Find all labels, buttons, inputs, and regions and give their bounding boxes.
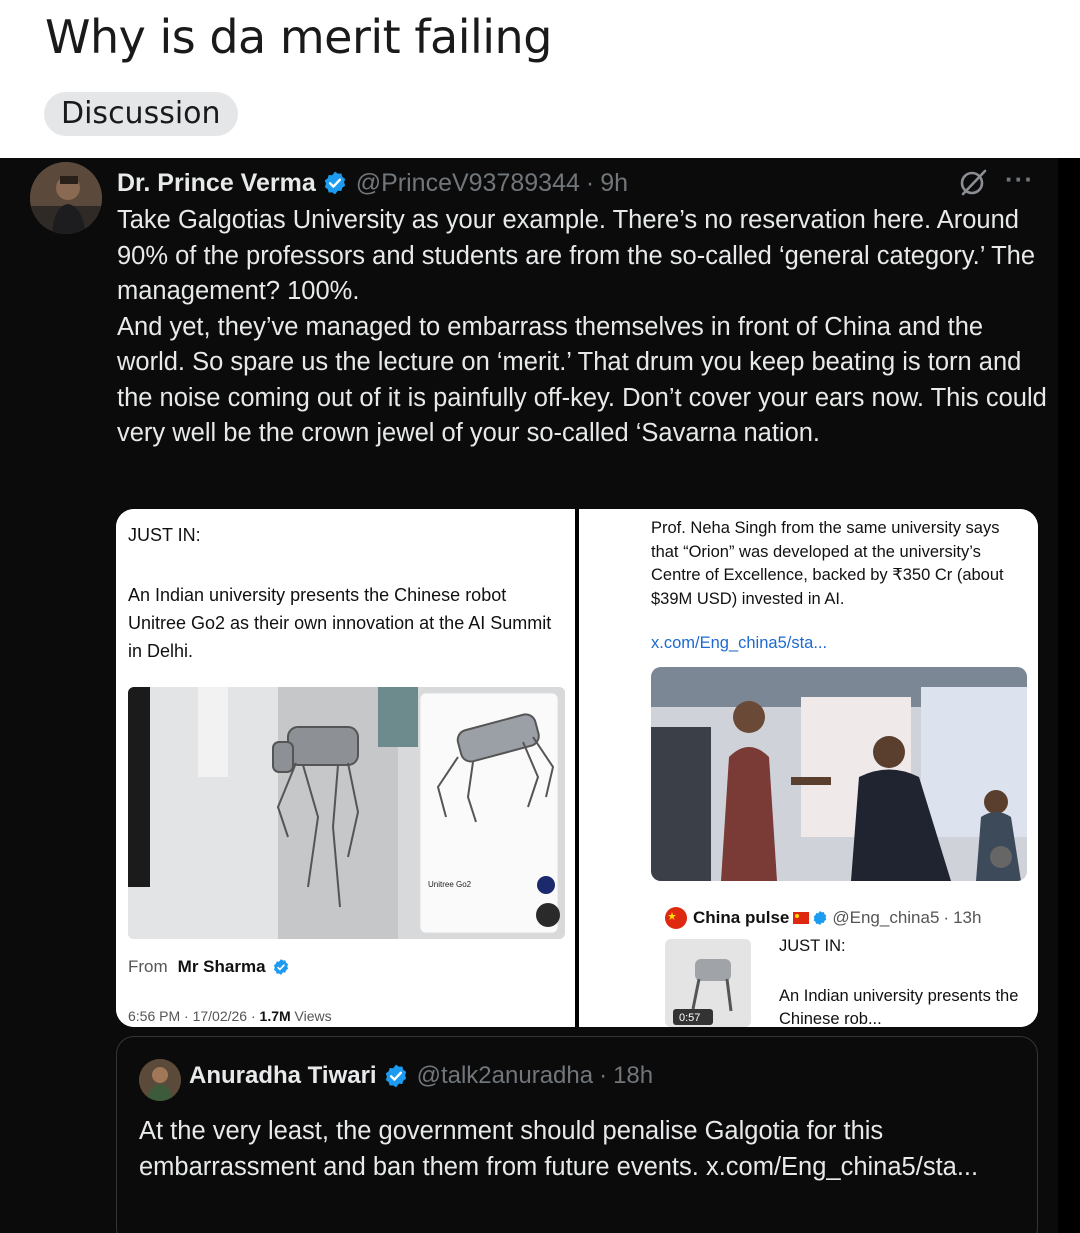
stats-views: 1.7M — [259, 1008, 291, 1024]
quoted-card-time: 13h — [953, 908, 982, 927]
quote-verified-badge-icon — [383, 1063, 409, 1089]
right-image-link: x.com/Eng_china5/sta... — [651, 634, 828, 652]
china-flag-avatar-icon — [665, 907, 687, 929]
quote-separator: · — [599, 1062, 608, 1089]
quote-handle[interactable]: @talk2anuradha — [417, 1062, 593, 1090]
quoted-card-header: China pulse @Eng_china5 · 13h — [665, 907, 981, 929]
video-duration: 0:57 — [679, 1012, 700, 1024]
verified-badge-icon — [322, 170, 348, 196]
more-options-icon[interactable]: ··· — [1005, 164, 1034, 195]
quoted-video-thumbnail: 0:57 — [665, 939, 751, 1027]
tweet-screenshot: Dr. Prince Verma @PrinceV93789344 · 9h ·… — [0, 158, 1080, 1233]
grok-icon[interactable] — [958, 168, 988, 198]
tweet-text-paragraph-1: Take Galgotias University as your exampl… — [117, 206, 1036, 305]
tweet-text: Take Galgotias University as your exampl… — [117, 203, 1047, 452]
author-handle[interactable]: @PrinceV93789344 — [356, 169, 580, 198]
from-label: From — [128, 957, 168, 976]
from-attribution: From Mr Sharma — [128, 957, 290, 977]
quote-time[interactable]: 18h — [613, 1062, 653, 1090]
quoted-card-separator: · — [943, 908, 950, 927]
page: Why is da merit failing Discussion Dr. P… — [0, 0, 1080, 1233]
tweet-text-paragraph-2: And yet, they’ve managed to embarrass th… — [117, 312, 1047, 448]
left-image-body: An Indian university presents the Chines… — [128, 585, 552, 661]
from-verified-icon — [273, 959, 288, 975]
quoted-card-handle: @Eng_china5 — [832, 908, 940, 927]
stats-views-label: Views — [290, 1008, 332, 1024]
media-image-right[interactable]: Prof. Neha Singh from the same universit… — [579, 509, 1038, 1027]
post-stats: 6:56 PM · 17/02/26 · 1.7M Views — [128, 1008, 332, 1024]
robot-dog-photo: Unitree Go2 — [128, 687, 565, 939]
quote-header: Anuradha Tiwari @talk2anuradha · 18h — [189, 1062, 653, 1090]
post-title: Why is da merit failing — [45, 10, 552, 64]
header-separator: · — [585, 168, 595, 197]
tweet-header: Dr. Prince Verma @PrinceV93789344 · 9h — [117, 166, 628, 200]
quoted-verified-icon — [814, 911, 827, 925]
quoted-card-heading: JUST IN: — [779, 937, 846, 955]
interview-photo — [651, 667, 1027, 881]
quoted-tweet[interactable]: Anuradha Tiwari @talk2anuradha · 18h At … — [116, 1036, 1038, 1233]
flair-badge[interactable]: Discussion — [44, 92, 238, 136]
avatar[interactable] — [30, 162, 102, 234]
quote-avatar[interactable] — [139, 1059, 181, 1101]
media-grid: JUST IN: An Indian university presents t… — [116, 509, 1038, 1027]
quote-text: At the very least, the government should… — [139, 1117, 979, 1181]
author-name[interactable]: Dr. Prince Verma — [117, 169, 316, 198]
quote-author-name[interactable]: Anuradha Tiwari — [189, 1062, 377, 1090]
from-name: Mr Sharma — [177, 957, 266, 976]
quoted-card: China pulse @Eng_china5 · 13h 0:57 JUST … — [651, 889, 1027, 1027]
left-image-heading: JUST IN: — [128, 525, 201, 545]
quoted-card-text: An Indian university presents the Chines… — [779, 987, 1019, 1027]
product-label: Unitree Go2 — [428, 880, 472, 889]
media-image-left[interactable]: JUST IN: An Indian university presents t… — [116, 509, 575, 1027]
post-header: Why is da merit failing Discussion — [0, 0, 1080, 158]
flag-icon — [793, 912, 810, 924]
tweet-time[interactable]: 9h — [600, 169, 628, 198]
quoted-card-name: China pulse — [693, 908, 790, 927]
stats-time: 6:56 PM · 17/02/26 · — [128, 1008, 260, 1024]
right-image-body: Prof. Neha Singh from the same universit… — [651, 519, 1004, 608]
